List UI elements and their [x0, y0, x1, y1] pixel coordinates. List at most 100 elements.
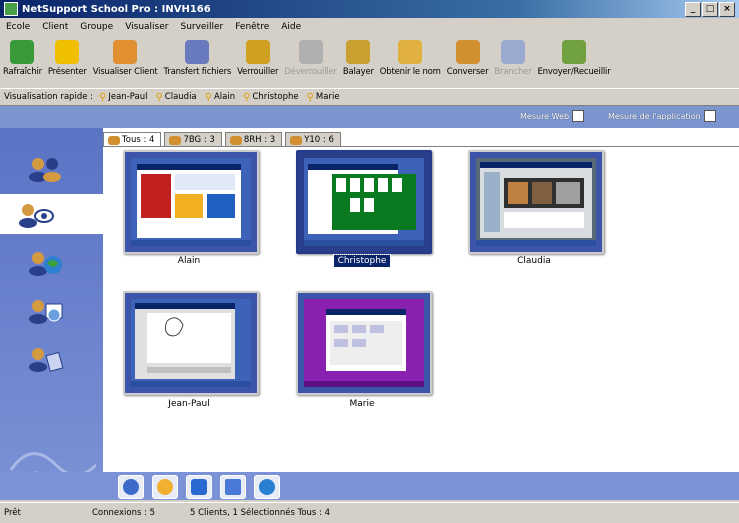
- grid-icon: [225, 479, 241, 495]
- sidebar-item-groups[interactable]: [10, 148, 78, 188]
- get-name-label: Obtenir le nom: [379, 67, 441, 77]
- client-name-marie[interactable]: Marie: [296, 399, 428, 409]
- client-name-claudia[interactable]: Claudia: [468, 256, 600, 266]
- tab-group[interactable]: 8RH : 3: [224, 132, 283, 147]
- globe-button[interactable]: [254, 475, 280, 499]
- status-summary: 5 Clients, 1 Sélectionnés Tous : 4: [190, 508, 331, 518]
- client-thumbnail-marie[interactable]: [296, 291, 432, 395]
- quick-view-item-label: Jean-Paul: [108, 92, 148, 102]
- quick-view-item[interactable]: ⚲ Claudia: [155, 92, 196, 103]
- unlock-icon: [298, 40, 323, 64]
- client-thumbnail-jean-paul[interactable]: [123, 291, 259, 395]
- monitor-icon: [191, 479, 207, 495]
- scan-label: Balayer: [342, 67, 374, 77]
- unlock-label: Déverrouiller: [284, 67, 337, 77]
- app-measure-checkbox[interactable]: [703, 110, 716, 122]
- client-name-alain[interactable]: Alain: [123, 256, 255, 266]
- sidebar-item-web[interactable]: [10, 242, 78, 282]
- bottom-toolbar: [0, 472, 739, 500]
- menu-aide[interactable]: Aide: [275, 22, 307, 32]
- web-measure-toggle[interactable]: Mesure Web: [520, 110, 585, 122]
- refresh-icon: [10, 40, 35, 64]
- refresh-button[interactable]: Rafraîchir: [0, 36, 45, 77]
- get-name-button[interactable]: Obtenir le nom: [377, 36, 444, 77]
- window-title: NetSupport School Pro : INVH166: [22, 3, 211, 15]
- sidebar-item-view[interactable]: [0, 194, 103, 234]
- magnifier-icon: ⚲: [155, 91, 163, 103]
- get-name-icon: [398, 40, 423, 64]
- tab-label: Tous : 4: [122, 135, 155, 145]
- web-measure-label: Mesure Web: [520, 111, 570, 121]
- notes-icon: [29, 348, 64, 372]
- quick-view-item[interactable]: ⚲ Alain: [205, 92, 235, 103]
- client-name-jean-paul[interactable]: Jean-Paul: [123, 399, 255, 409]
- quick-view-item[interactable]: ⚲ Marie: [307, 92, 340, 103]
- quick-view-item-label: Claudia: [164, 92, 197, 102]
- send-collect-icon: [562, 40, 586, 64]
- minimize-button[interactable]: _: [685, 2, 701, 17]
- status-bar: Prêt Connexions : 5 5 Clients, 1 Sélecti…: [0, 502, 739, 523]
- quick-view-item[interactable]: ⚲ Jean-Paul: [99, 92, 147, 103]
- refresh-label: Rafraîchir: [3, 67, 42, 77]
- tab-group[interactable]: 7BG : 3: [164, 132, 222, 147]
- tab-group[interactable]: Y10 : 6: [285, 132, 341, 147]
- magnifier-icon: ⚲: [306, 91, 314, 103]
- sidebar-item-notes[interactable]: [10, 338, 78, 378]
- measure-bar: Mesure Web Mesure de l'application: [0, 106, 739, 128]
- present-label: Présenter: [47, 67, 87, 77]
- sidebar: [0, 128, 103, 500]
- client-thumbnail-alain[interactable]: [123, 150, 259, 254]
- menu-fenetre[interactable]: Fenêtre: [229, 22, 275, 32]
- present-button[interactable]: Présenter: [45, 36, 90, 77]
- magnifier-icon: ⚲: [243, 91, 251, 103]
- quick-view-item[interactable]: ⚲ Christophe: [243, 92, 298, 103]
- web-measure-checkbox[interactable]: [572, 110, 585, 122]
- check-button[interactable]: [118, 475, 144, 499]
- magnifier-icon: ⚲: [99, 91, 107, 103]
- send-collect-button[interactable]: Envoyer/Recueillir: [535, 36, 614, 77]
- tab-label: 7BG : 3: [183, 135, 215, 145]
- quick-view-bar: Visualisation rapide : ⚲ Jean-Paul ⚲ Claudi…: [0, 88, 739, 106]
- maximize-button[interactable]: □: [702, 2, 718, 17]
- unlock-button[interactable]: Déverrouiller: [281, 36, 339, 77]
- app-measure-toggle[interactable]: Mesure de l'application: [608, 110, 716, 122]
- group-icon: [290, 135, 303, 145]
- menu-groupe[interactable]: Groupe: [74, 22, 119, 32]
- connect-button[interactable]: Brancher: [491, 36, 534, 77]
- client-thumbnail-claudia[interactable]: [468, 150, 604, 254]
- screen-preview-marie: [304, 299, 424, 387]
- app-icon: [4, 2, 18, 16]
- quick-view-item-label: Marie: [315, 92, 340, 102]
- send-collect-label: Envoyer/Recueillir: [537, 67, 611, 77]
- view-client-button[interactable]: Visualiser Client: [90, 36, 161, 77]
- search-button[interactable]: [152, 475, 178, 499]
- client-thumbnail-christophe[interactable]: [296, 150, 432, 254]
- connect-label: Brancher: [494, 67, 532, 77]
- chat-button[interactable]: Converser: [444, 36, 492, 77]
- screen-preview-christophe: [304, 158, 424, 246]
- file-transfer-icon: [185, 40, 210, 64]
- search-icon: [157, 479, 173, 495]
- scan-button[interactable]: Balayer: [340, 36, 377, 77]
- file-transfer-label: Transfert fichiers: [163, 67, 232, 77]
- app-measure-label: Mesure de l'application: [608, 111, 701, 121]
- quick-view-item-label: Christophe: [252, 92, 299, 102]
- menu-client[interactable]: Client: [36, 22, 74, 32]
- menu-surveiller[interactable]: Surveiller: [174, 22, 229, 32]
- lock-label: Verrouiller: [237, 67, 279, 77]
- client-name-christophe[interactable]: Christophe: [296, 254, 428, 268]
- view-client-icon: [113, 40, 138, 64]
- sidebar-item-apps[interactable]: [10, 290, 78, 330]
- menu-visualiser[interactable]: Visualiser: [119, 22, 174, 32]
- view-icon: [19, 204, 54, 228]
- grid-button[interactable]: [220, 475, 246, 499]
- tab-label: Y10 : 6: [304, 135, 334, 145]
- screen-preview-jean-paul: [131, 299, 251, 387]
- close-button[interactable]: ×: [719, 2, 735, 17]
- monitor-button[interactable]: [186, 475, 212, 499]
- tab-group[interactable]: Tous : 4: [103, 132, 162, 147]
- menu-ecole[interactable]: Ecole: [0, 22, 36, 32]
- lock-button[interactable]: Verrouiller: [234, 36, 281, 77]
- file-transfer-button[interactable]: Transfert fichiers: [161, 36, 235, 77]
- view-client-label: Visualiser Client: [92, 67, 158, 77]
